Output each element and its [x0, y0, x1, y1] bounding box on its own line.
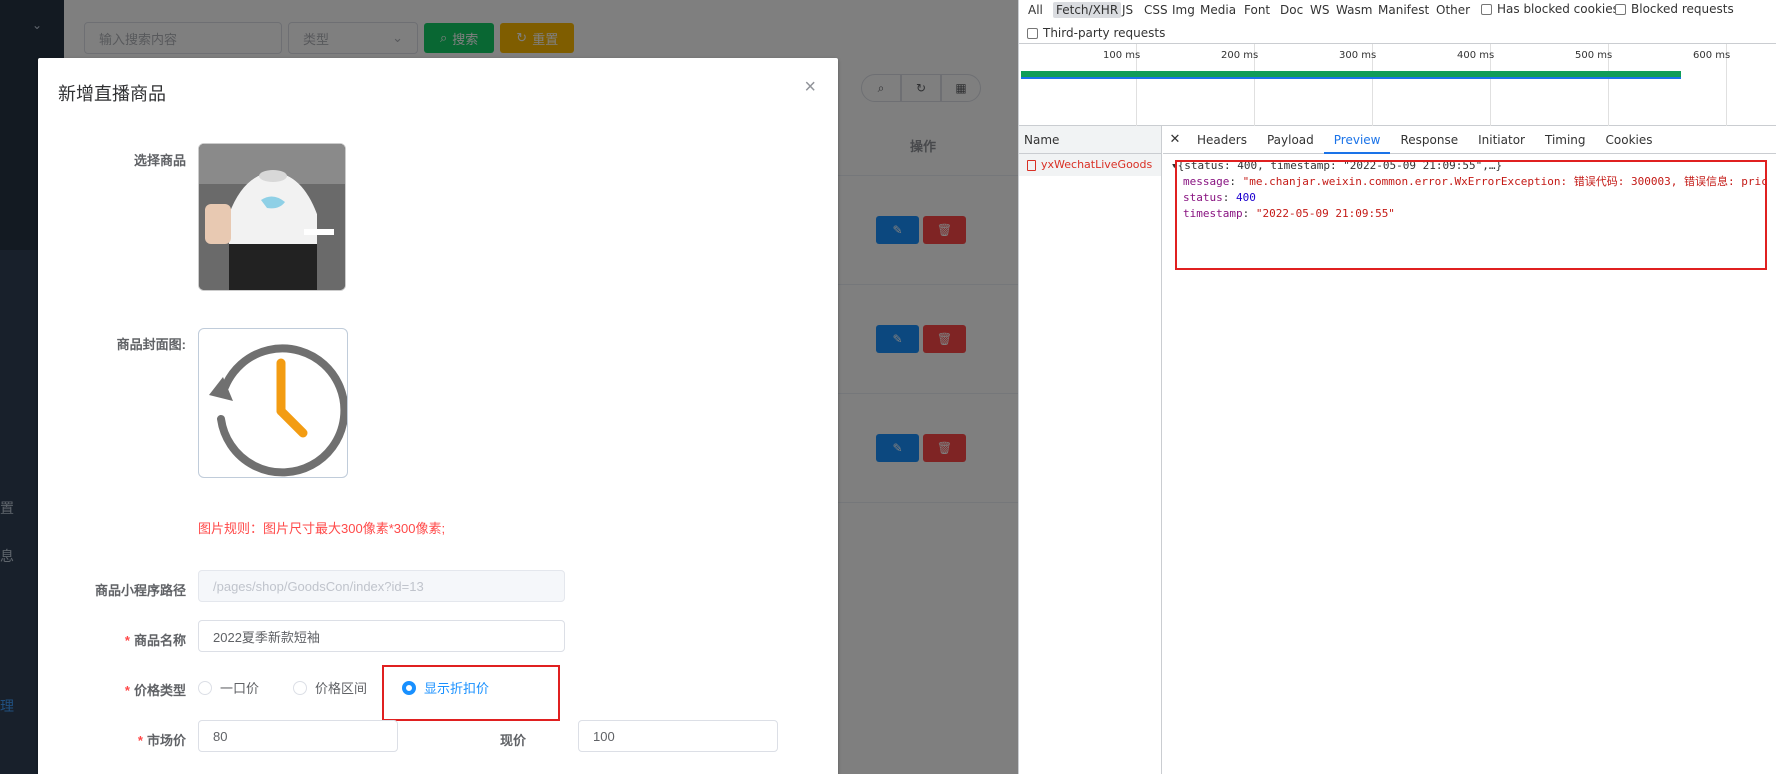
radio-dot: [198, 680, 212, 695]
timeline-request-bar-underline: [1021, 77, 1681, 79]
checkbox-box: [1027, 27, 1038, 39]
filter-font[interactable]: Font: [1241, 2, 1273, 18]
screen: ⌄ 置 息 理 输入搜索内容 类型 ⌄ ⌕ 搜索 ↻ 重置: [0, 0, 1776, 774]
timeline-tick: 100 ms: [1103, 50, 1141, 61]
third-party-requests-checkbox[interactable]: Third-party requests: [1027, 26, 1165, 40]
path-label: 商品小程序路径: [94, 583, 186, 598]
price-type-label: * 价格类型: [38, 680, 186, 699]
checkbox-label: Third-party requests: [1043, 26, 1166, 40]
required-mark: *: [124, 633, 130, 648]
required-mark: *: [137, 733, 143, 748]
network-filter-bar: All Fetch/XHR JS CSS Img Media Font Doc …: [1019, 0, 1776, 44]
devtools-network-panel: All Fetch/XHR JS CSS Img Media Font Doc …: [1018, 0, 1776, 774]
required-mark: *: [124, 683, 130, 698]
network-timeline[interactable]: 100 ms 200 ms 300 ms 400 ms 500 ms 600 m…: [1019, 44, 1776, 126]
radio-label: 价格区间: [315, 681, 368, 696]
filter-manifest[interactable]: Manifest: [1375, 2, 1432, 18]
request-detail: ✕ Headers Payload Preview Response Initi…: [1163, 126, 1776, 774]
filter-img[interactable]: Img: [1169, 2, 1198, 18]
select-goods-label: 选择商品: [133, 153, 186, 168]
radio-label: 一口价: [220, 681, 260, 696]
market-price-input[interactable]: 80: [198, 720, 398, 752]
add-live-goods-dialog: 新增直播商品 × 选择商品 商品封面图: 图片规则：图片尺寸最大300像素*30…: [38, 58, 838, 774]
goods-name-label: * 商品名称: [38, 630, 186, 649]
radio-price-range[interactable]: 价格区间: [293, 678, 367, 697]
timeline-tick: 200 ms: [1221, 50, 1259, 61]
market-price-label: * 市场价: [38, 730, 186, 749]
sweater-photo-icon: [199, 144, 345, 290]
detail-tabs: ✕ Headers Payload Preview Response Initi…: [1163, 126, 1776, 154]
filter-wasm[interactable]: Wasm: [1333, 2, 1375, 18]
highlight-box: [382, 665, 560, 721]
radio-fixed-price[interactable]: 一口价: [198, 678, 259, 697]
filter-fetch-xhr[interactable]: Fetch/XHR: [1053, 2, 1122, 18]
admin-app: ⌄ 置 息 理 输入搜索内容 类型 ⌄ ⌕ 搜索 ↻ 重置: [0, 0, 1018, 774]
timeline-tick: 400 ms: [1457, 50, 1495, 61]
checkbox-label: Has blocked cookies: [1497, 2, 1619, 16]
timeline-tick: 300 ms: [1339, 50, 1377, 61]
path-input[interactable]: /pages/shop/GoodsCon/index?id=13: [198, 570, 565, 602]
radio-dot: [293, 680, 307, 695]
has-blocked-cookies-checkbox[interactable]: Has blocked cookies: [1481, 2, 1619, 16]
tab-payload[interactable]: Payload: [1257, 126, 1324, 154]
image-rule-text: 图片规则：图片尺寸最大300像素*300像素;: [198, 521, 446, 536]
loading-clock-icon: [209, 344, 347, 477]
checkbox-box: [1481, 3, 1492, 15]
tab-response[interactable]: Response: [1390, 126, 1468, 154]
name-column-header[interactable]: Name: [1019, 126, 1161, 154]
current-price-label: 现价: [499, 733, 526, 748]
filter-js[interactable]: JS: [1119, 2, 1136, 18]
price-type-label-text: 价格类型: [133, 683, 186, 698]
tab-timing[interactable]: Timing: [1535, 126, 1596, 154]
request-row[interactable]: yxWechatLiveGoods: [1019, 154, 1161, 176]
goods-name-input[interactable]: 2022夏季新款短袖: [198, 620, 565, 652]
checkbox-label: Blocked requests: [1631, 2, 1734, 16]
filter-all[interactable]: All: [1025, 2, 1046, 18]
timeline-tick: 500 ms: [1575, 50, 1613, 61]
blocked-requests-checkbox[interactable]: Blocked requests: [1615, 2, 1734, 16]
document-icon: [1027, 159, 1036, 171]
close-icon[interactable]: ×: [804, 76, 816, 99]
request-list: Name yxWechatLiveGoods: [1019, 126, 1162, 774]
filter-css[interactable]: CSS: [1141, 2, 1171, 18]
close-icon[interactable]: ✕: [1163, 132, 1187, 147]
highlight-box: [1175, 160, 1767, 270]
tab-initiator[interactable]: Initiator: [1468, 126, 1535, 154]
filter-media[interactable]: Media: [1197, 2, 1239, 18]
cover-label: 商品封面图:: [116, 337, 186, 352]
dialog-title: 新增直播商品: [58, 84, 166, 104]
market-price-label-text: 市场价: [146, 733, 186, 748]
filter-doc[interactable]: Doc: [1277, 2, 1306, 18]
request-name: yxWechatLiveGoods: [1041, 158, 1153, 171]
timeline-tick: 600 ms: [1693, 50, 1731, 61]
filter-other[interactable]: Other: [1433, 2, 1473, 18]
tab-preview[interactable]: Preview: [1323, 126, 1391, 154]
current-price-input[interactable]: 100: [578, 720, 778, 752]
goods-name-label-text: 商品名称: [133, 633, 186, 648]
tab-headers[interactable]: Headers: [1187, 126, 1257, 154]
checkbox-box: [1615, 3, 1626, 15]
filter-ws[interactable]: WS: [1307, 2, 1332, 18]
tab-cookies[interactable]: Cookies: [1596, 126, 1663, 154]
cover-upload[interactable]: [198, 328, 348, 478]
goods-image[interactable]: [198, 143, 346, 291]
